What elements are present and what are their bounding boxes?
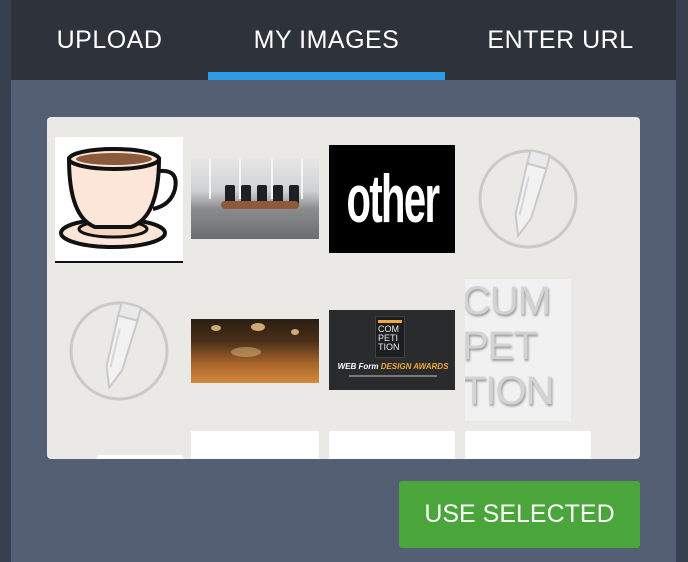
competition-text-image[interactable]: CUM PET TION xyxy=(465,279,571,421)
placeholder-pencil-image[interactable] xyxy=(476,147,580,251)
use-selected-button[interactable]: USE SELECTED xyxy=(399,481,640,548)
other-logo-image[interactable]: other xyxy=(329,145,455,253)
tab-bar: UPLOAD MY IMAGES ENTER URL xyxy=(11,0,676,80)
image-thumbnail[interactable] xyxy=(329,431,455,459)
conference-table xyxy=(221,201,299,209)
other-logo-text: other xyxy=(346,161,440,237)
crowd-concert-image[interactable] xyxy=(191,319,319,383)
image-thumbnail[interactable] xyxy=(465,431,591,459)
stage-light xyxy=(231,347,261,357)
stage-light xyxy=(251,323,265,331)
background-panel-right xyxy=(676,0,688,562)
placeholder-pencil-image[interactable] xyxy=(67,299,171,403)
tab-enter-url[interactable]: ENTER URL xyxy=(445,0,676,80)
window-frame xyxy=(209,159,211,199)
stage-light xyxy=(211,325,221,331)
image-thumbnail[interactable] xyxy=(97,455,183,459)
pencil-icon xyxy=(478,149,578,249)
competition-caption: WEB Form DESIGN AWARDS xyxy=(337,362,449,371)
image-gallery[interactable]: other COM PETI TION WEB Form DESIGN AWAR… xyxy=(47,117,640,459)
coffee-cup-image[interactable] xyxy=(55,137,183,263)
tab-upload[interactable]: UPLOAD xyxy=(11,0,208,80)
competition-tile: COM PETI TION xyxy=(375,316,405,358)
competition-dark-image[interactable]: COM PETI TION WEB Form DESIGN AWARDS xyxy=(329,310,455,390)
stage-light xyxy=(291,329,299,335)
coffee-cup-icon xyxy=(59,147,178,249)
pencil-icon xyxy=(69,301,169,401)
window-frame xyxy=(301,159,303,199)
image-picker-dialog: UPLOAD MY IMAGES ENTER URL other COM PET… xyxy=(11,0,676,562)
active-tab-indicator xyxy=(208,72,445,80)
competition-subcaption-line xyxy=(349,375,437,377)
tab-my-images[interactable]: MY IMAGES xyxy=(208,0,445,80)
conference-room-image[interactable] xyxy=(191,159,319,239)
image-thumbnail[interactable] xyxy=(191,431,319,459)
